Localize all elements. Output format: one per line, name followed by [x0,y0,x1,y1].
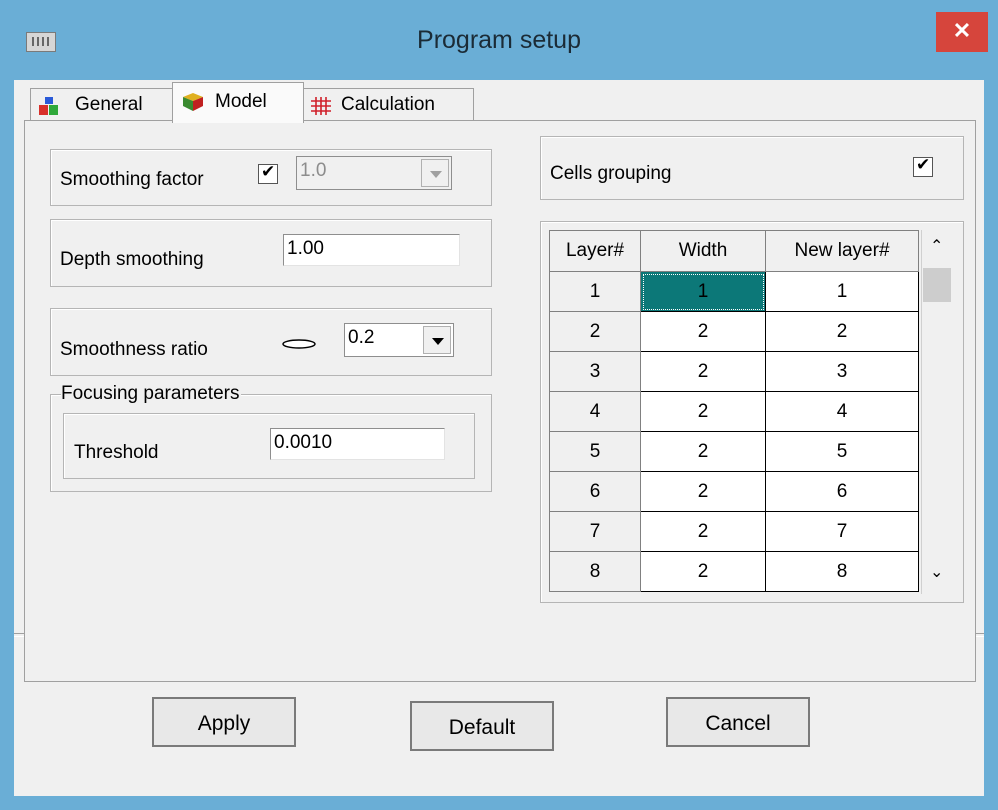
grid-cell-new-layer[interactable]: 6 [765,471,919,512]
dialog-client: General Model Calculation Smoothing fact [14,80,984,796]
smoothness-ratio-dropdown[interactable]: 0.2 [344,323,454,357]
grid-header-row: Layer# Width New layer# [549,230,919,272]
general-icon [39,97,58,115]
chevron-down-icon[interactable] [423,326,451,354]
program-setup-window: Program setup ✕ General Model Calculatio… [0,0,998,810]
threshold-input[interactable]: 0.0010 [270,428,445,460]
smoothing-factor-group: Smoothing factor 1.0 [50,149,492,206]
tab-model[interactable]: Model [172,82,304,123]
table-row: 3 2 3 [549,351,919,392]
table-row: 4 2 4 [549,391,919,432]
grid-cell-width[interactable]: 2 [640,511,766,552]
cells-grouping-group: Cells grouping [540,136,964,200]
grid-cell-layer[interactable]: 4 [549,391,641,432]
grid-cell-new-layer[interactable]: 8 [765,551,919,592]
grid-header-new-layer[interactable]: New layer# [765,230,919,272]
grid-cell-layer[interactable]: 1 [549,271,641,312]
focusing-parameters-title: Focusing parameters [61,383,242,405]
grid-cell-new-layer[interactable]: 1 [765,271,919,312]
table-row: 5 2 5 [549,431,919,472]
grid-cell-layer[interactable]: 6 [549,471,641,512]
grid-cell-layer[interactable]: 8 [549,551,641,592]
grid-cell-layer[interactable]: 3 [549,351,641,392]
grid-header-width[interactable]: Width [640,230,766,272]
smoothness-ratio-value: 0.2 [348,327,375,348]
apply-button[interactable]: Apply [152,697,296,747]
grid-scrollbar[interactable]: ⌃ ⌄ [921,230,952,594]
table-row: 1 1 1 [549,271,919,312]
table-row: 8 2 8 [549,551,919,592]
smoothness-ratio-group: Smoothness ratio 0.2 [50,308,492,376]
cells-grouping-label: Cells grouping [550,163,672,184]
threshold-subgroup: Threshold 0.0010 [63,413,475,479]
cells-grouping-checkbox[interactable] [913,155,933,177]
calculation-icon [311,97,331,115]
smoothing-factor-value: 1.0 [300,160,327,181]
grid-cell-width-selected[interactable]: 1 [640,271,766,312]
grid-cell-width[interactable]: 2 [640,431,766,472]
tab-general-label: General [75,94,143,115]
close-button[interactable]: ✕ [936,12,988,52]
smoothing-factor-dropdown[interactable]: 1.0 [296,156,452,190]
depth-smoothing-input[interactable]: 1.00 [283,234,460,266]
grid-cell-width[interactable]: 2 [640,551,766,592]
smoothness-ratio-label: Smoothness ratio [60,339,208,360]
chevron-down-icon[interactable] [421,159,449,187]
grid-cell-layer[interactable]: 5 [549,431,641,472]
grid-cell-width[interactable]: 2 [640,351,766,392]
ellipse-icon [282,339,316,349]
smoothing-factor-checkbox[interactable] [258,162,278,184]
tab-general[interactable]: General [30,88,174,121]
focusing-parameters-group: Focusing parameters Threshold 0.0010 [50,383,492,492]
model-tab-panel: Smoothing factor 1.0 Depth smoothing 1.0… [24,120,976,682]
smoothing-factor-label: Smoothing factor [60,169,204,190]
cells-grid-group: Layer# Width New layer# 1 1 1 2 2 2 3 2 … [540,221,964,603]
scroll-up-icon[interactable]: ⌃ [930,236,943,256]
depth-smoothing-label: Depth smoothing [60,249,204,270]
tab-calculation[interactable]: Calculation [302,88,474,121]
grid-cell-new-layer[interactable]: 2 [765,311,919,352]
tab-calculation-label: Calculation [341,94,435,115]
grid-cell-width[interactable]: 2 [640,391,766,432]
scrollbar-thumb[interactable] [923,268,951,302]
grid-cell-width[interactable]: 2 [640,471,766,512]
grid-cell-layer[interactable]: 7 [549,511,641,552]
scroll-down-icon[interactable]: ⌄ [930,562,943,582]
layers-grid[interactable]: Layer# Width New layer# 1 1 1 2 2 2 3 2 … [549,230,919,592]
model-icon [183,93,203,111]
cancel-button[interactable]: Cancel [666,697,810,747]
close-icon: ✕ [952,18,972,43]
grid-header-layer[interactable]: Layer# [549,230,641,272]
grid-cell-new-layer[interactable]: 7 [765,511,919,552]
depth-smoothing-group: Depth smoothing 1.00 [50,219,492,287]
table-row: 7 2 7 [549,511,919,552]
grid-cell-layer[interactable]: 2 [549,311,641,352]
grid-cell-new-layer[interactable]: 3 [765,351,919,392]
table-row: 2 2 2 [549,311,919,352]
default-button[interactable]: Default [410,701,554,751]
threshold-label: Threshold [74,442,159,463]
grid-cell-width[interactable]: 2 [640,311,766,352]
window-title: Program setup [417,26,581,54]
grid-cell-new-layer[interactable]: 4 [765,391,919,432]
grid-cell-new-layer[interactable]: 5 [765,431,919,472]
table-row: 6 2 6 [549,471,919,512]
tab-model-label: Model [215,91,267,112]
title-bar[interactable]: Program setup ✕ [0,0,998,80]
